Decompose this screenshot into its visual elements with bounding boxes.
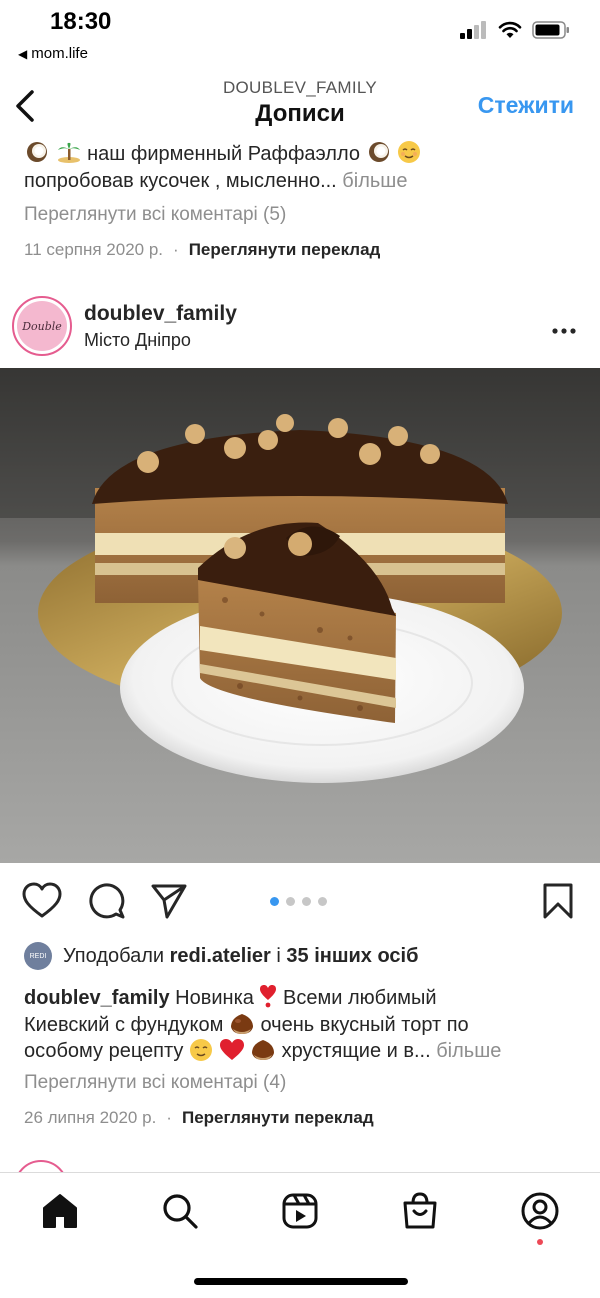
caption-line1: doublev_family Новинка Всеми любимый (24, 984, 580, 1012)
carousel-dot (286, 897, 295, 906)
coconut-emoji-icon (27, 142, 47, 162)
post-caption: doublev_family Новинка Всеми любимый Кие… (24, 984, 580, 1065)
caption-more-link[interactable]: більше (436, 1040, 501, 1062)
home-indicator[interactable] (194, 1278, 408, 1285)
avatar-logo-text: Double (17, 301, 67, 351)
follow-button[interactable]: Стежити (478, 92, 574, 119)
search-icon[interactable] (160, 1191, 200, 1231)
wifi-icon (498, 21, 522, 38)
post-date: 26 липня 2020 р. (24, 1108, 157, 1127)
likes-prefix: Уподобали (63, 944, 165, 967)
status-icons (460, 20, 570, 40)
caption-line3: особому рецепту хрустящие и в... більше (24, 1038, 580, 1065)
caption-username[interactable]: doublev_family (24, 987, 170, 1009)
post-actions (0, 880, 600, 924)
chestnut-emoji-icon (230, 1013, 253, 1034)
relieved-face-emoji-icon (398, 141, 421, 163)
prev-caption-line2: попробовав кусочек , мысленно... більше (24, 168, 580, 195)
prev-meta-separator: · (173, 240, 179, 259)
cake-photo-image (0, 368, 600, 863)
comment-bubble-icon[interactable] (88, 882, 126, 920)
more-options-icon[interactable] (552, 314, 576, 340)
caption-line2: Киевский с фундуком очень вкусный торт п… (24, 1012, 580, 1039)
post-username-link[interactable]: doublev_family (84, 302, 237, 326)
prev-more-link[interactable]: більше (342, 170, 407, 192)
caption-text-part5: особому рецепту (24, 1040, 184, 1062)
share-paper-plane-icon[interactable] (150, 882, 188, 920)
caption-text-part4: очень вкусный торт по (260, 1013, 469, 1036)
red-heart-emoji-icon (219, 1039, 244, 1060)
caption-text-part2: Всеми любимый (283, 987, 437, 1009)
carousel-dot-active (270, 897, 279, 906)
palm-island-emoji-icon (57, 142, 80, 163)
liker-avatar: REDI (24, 942, 52, 970)
post-meta-separator: · (166, 1108, 172, 1127)
back-to-app-link[interactable]: ◀ mom.life (18, 45, 88, 62)
profile-icon[interactable] (520, 1191, 560, 1231)
post-location-link[interactable]: Місто Дніпро (84, 330, 191, 351)
view-comments-link[interactable]: Переглянути всі коментарі (4) (24, 1072, 286, 1094)
carousel-dot (302, 897, 311, 906)
carousel-indicator (270, 897, 327, 906)
relieved-face-emoji-icon (189, 1039, 212, 1061)
likes-others-link[interactable]: 35 інших осіб (286, 945, 418, 968)
status-time: 18:30 (50, 8, 112, 35)
chestnut-emoji-icon (252, 1040, 275, 1060)
battery-icon (532, 21, 569, 39)
caption-text-part3: Киевский с фундуком (24, 1013, 224, 1036)
heart-exclamation-emoji-icon (260, 985, 277, 1008)
cellular-signal-icon (460, 21, 486, 39)
carousel-dot (318, 897, 327, 906)
post-avatar[interactable]: Double (12, 296, 72, 356)
status-bar: 18:30 ◀ mom.life (0, 0, 600, 70)
save-bookmark-icon[interactable] (542, 882, 574, 920)
post-photo[interactable] (0, 368, 600, 863)
prev-view-comments-link[interactable]: Переглянути всі коментарі (5) (24, 204, 286, 226)
reels-icon[interactable] (280, 1191, 320, 1231)
coconut-emoji-icon (368, 142, 389, 162)
profile-notification-dot (537, 1239, 543, 1245)
prev-caption-text2: попробовав кусочек , мысленно... (24, 170, 337, 192)
back-triangle-icon: ◀ (18, 47, 28, 61)
prev-post-caption: наш фирменный Раффаэлло попробовав кусоч… (24, 140, 580, 195)
likes-row[interactable]: REDI Уподобали redi.atelier і 35 інших о… (24, 942, 418, 970)
translate-link[interactable]: Переглянути переклад (182, 1108, 374, 1128)
post-header: Double doublev_family Місто Дніпро (0, 292, 600, 362)
bottom-tab-bar (0, 1172, 600, 1252)
prev-caption-line1: наш фирменный Раффаэлло (24, 140, 580, 168)
post-meta-line: 26 липня 2020 р. · Переглянути переклад (24, 1108, 374, 1128)
back-app-label: mom.life (31, 45, 88, 62)
liker-username[interactable]: redi.atelier (170, 945, 271, 968)
nav-header: DOUBLEV_FAMILY Дописи Стежити (0, 72, 600, 140)
prev-post-date: 11 серпня 2020 р. (24, 240, 164, 259)
caption-text-part6: хрустящие и в... (281, 1040, 431, 1062)
prev-translate-link[interactable]: Переглянути переклад (189, 240, 381, 260)
prev-caption-text1: наш фирменный Раффаэлло (87, 143, 360, 165)
prev-meta-line: 11 серпня 2020 р. · Переглянути переклад (24, 240, 380, 260)
shop-icon[interactable] (400, 1191, 440, 1231)
caption-text-part1: Новинка (175, 987, 254, 1009)
like-heart-icon[interactable] (22, 882, 62, 920)
home-icon[interactable] (40, 1191, 80, 1231)
likes-connector: і (276, 944, 281, 967)
